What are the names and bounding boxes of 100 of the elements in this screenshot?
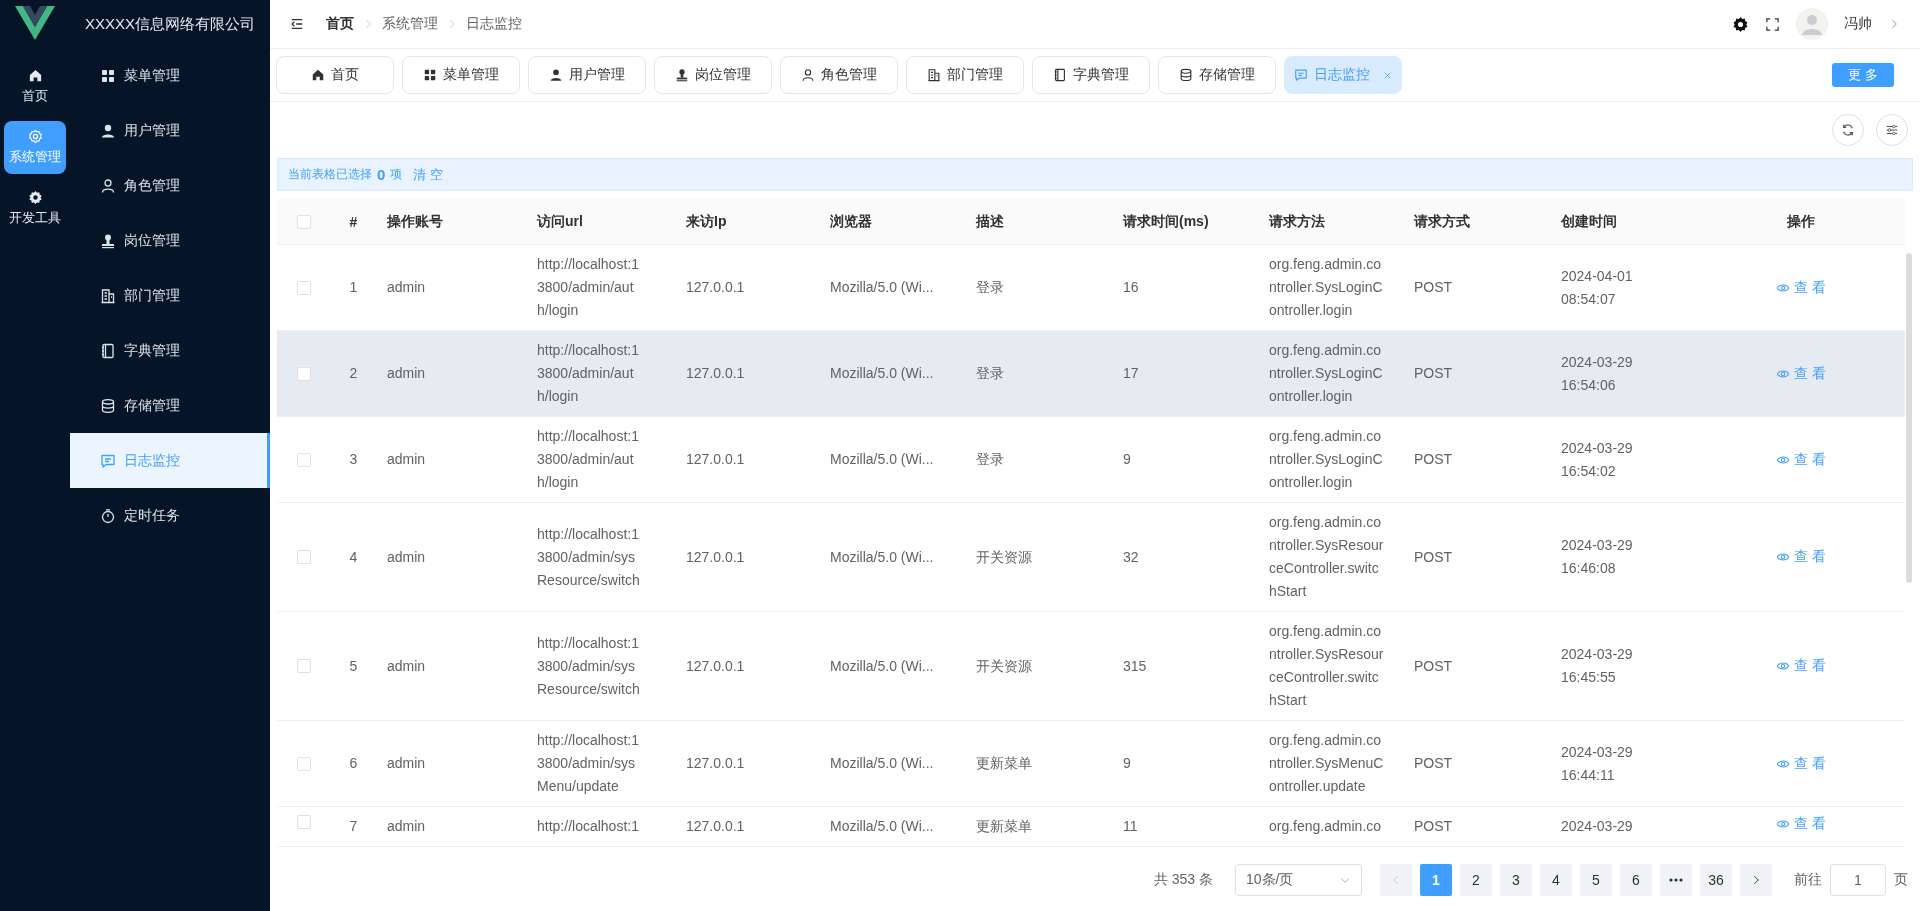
- table-cell: 更新菜单: [976, 818, 1032, 834]
- row-checkbox[interactable]: [296, 550, 311, 564]
- page-button[interactable]: 4: [1540, 864, 1572, 896]
- row-checkbox[interactable]: [296, 756, 311, 771]
- menu-item[interactable]: 字典管理: [70, 323, 270, 378]
- table-cell-text: org.feng.admin.co: [1269, 817, 1383, 836]
- menu-item[interactable]: 用户管理: [70, 103, 270, 158]
- page-button[interactable]: 3: [1500, 864, 1532, 896]
- table-cell: admin: [387, 365, 426, 381]
- table-cell-text: http://localhost:13800/admin/auth/login: [537, 427, 640, 492]
- column-header: 请求方法: [1269, 212, 1325, 229]
- column-settings-button[interactable]: [1876, 114, 1908, 146]
- refresh-icon: [1841, 123, 1855, 137]
- table-row[interactable]: 2 admin http://localhost:13800/admin/auth/login 127.0.0.1 Mozilla/5.0 (Wi... 登录 17 org.feng.admin.controller.SysLoginController.login POST 2024-03-29 16:54:06 查 看: [277, 331, 1905, 417]
- table-cell: POST: [1414, 818, 1453, 834]
- table-cell: 开关资源: [976, 548, 1032, 565]
- column-header: 浏览器: [830, 212, 872, 229]
- table-cell: 更新菜单: [976, 755, 1032, 771]
- tab[interactable]: 部门管理: [906, 56, 1024, 94]
- page-button[interactable]: 36: [1700, 864, 1732, 896]
- table-cell: admin: [387, 818, 426, 834]
- column-header: 操作账号: [387, 212, 443, 229]
- settings-icon: [27, 129, 43, 144]
- table-cell: 2024-03-29 16:44:11: [1561, 743, 1633, 783]
- table-cell: Mozilla/5.0 (Wi...: [830, 451, 934, 467]
- table-cell: 2024-03-29 16:54:02: [1561, 439, 1633, 479]
- page-button[interactable]: 6: [1620, 864, 1652, 896]
- menu-item[interactable]: 岗位管理: [70, 213, 270, 268]
- column-header: #: [349, 213, 358, 230]
- more-pages-button[interactable]: [1660, 864, 1692, 896]
- select-all-checkbox[interactable]: [296, 214, 311, 229]
- table-cell: admin: [387, 657, 426, 674]
- menu-item[interactable]: 角色管理: [70, 158, 270, 213]
- stamp-icon: [675, 68, 689, 82]
- tab[interactable]: 首页: [276, 56, 394, 94]
- table-cell: admin: [387, 755, 426, 771]
- fullscreen-icon: [1765, 16, 1780, 32]
- tab[interactable]: 用户管理: [528, 56, 646, 94]
- table-cell: 127.0.0.1: [686, 818, 745, 834]
- refresh-button[interactable]: [1832, 114, 1864, 146]
- row-checkbox[interactable]: [296, 280, 311, 295]
- building-icon: [927, 68, 941, 82]
- goto-label: 前往: [1794, 871, 1822, 889]
- message-icon: [100, 452, 116, 469]
- row-checkbox[interactable]: [296, 452, 311, 467]
- table-cell: POST: [1414, 451, 1453, 467]
- prev-page-button[interactable]: [1380, 864, 1412, 896]
- table-cell-text: 5: [349, 656, 358, 676]
- table-cell: 登录: [976, 451, 1004, 467]
- home-icon: [27, 68, 43, 83]
- row-checkbox[interactable]: [296, 659, 311, 673]
- table-cell-text: org.feng.admin.controller.SysLoginController.login: [1269, 341, 1384, 406]
- scrollbar[interactable]: [1906, 253, 1912, 583]
- table-cell: 登录: [976, 365, 1004, 381]
- page-size-select[interactable]: 10条/页: [1235, 864, 1362, 896]
- eye-icon: [1776, 817, 1791, 831]
- page-button[interactable]: 2: [1460, 864, 1492, 896]
- table-cell-text: http://localhost:13800/admin/auth/login: [537, 341, 640, 406]
- sliders-icon: [1885, 123, 1899, 137]
- logo-icon: [15, 6, 55, 40]
- rail-item[interactable]: 首页: [4, 60, 66, 113]
- breadcrumb-item[interactable]: 系统管理: [382, 15, 438, 33]
- table-cell: 127.0.0.1: [686, 365, 745, 381]
- menu-item[interactable]: 定时任务: [70, 488, 270, 543]
- tab[interactable]: 角色管理: [780, 56, 898, 94]
- column-header: 操作: [1787, 212, 1815, 231]
- breadcrumb-item[interactable]: 首页: [326, 15, 354, 33]
- page-input[interactable]: 1: [1830, 864, 1886, 896]
- tab[interactable]: 存储管理: [1158, 56, 1276, 94]
- total-count: 共 353 条: [1153, 871, 1213, 889]
- user-icon: [801, 68, 815, 82]
- column-header: 请求时间(ms): [1123, 212, 1209, 229]
- rail-item[interactable]: 开发工具: [4, 182, 66, 235]
- grid-icon: [100, 67, 116, 84]
- table-cell-text: http://localhost:1: [537, 817, 640, 836]
- table-cell: admin: [387, 279, 426, 295]
- menu-item[interactable]: 存储管理: [70, 378, 270, 433]
- tab[interactable]: 菜单管理: [402, 56, 520, 94]
- user-name[interactable]: 冯帅: [1844, 15, 1872, 33]
- tab[interactable]: 岗位管理: [654, 56, 772, 94]
- menu-item[interactable]: 菜单管理: [70, 48, 270, 103]
- row-checkbox[interactable]: [296, 815, 311, 829]
- company-name: XXXXX信息网络有限公司: [85, 14, 256, 34]
- selection-text: 当前表格已选择: [288, 166, 372, 183]
- column-header: 请求方式: [1414, 212, 1470, 229]
- grid-icon: [423, 68, 437, 82]
- table-cell: 16: [1123, 279, 1139, 295]
- page-button[interactable]: 5: [1580, 864, 1612, 896]
- next-page-button[interactable]: [1740, 864, 1772, 896]
- menu-item[interactable]: 部门管理: [70, 268, 270, 323]
- table-cell: Mozilla/5.0 (Wi...: [830, 755, 934, 771]
- row-checkbox[interactable]: [296, 366, 311, 381]
- table-cell: 127.0.0.1: [686, 755, 745, 771]
- book-icon: [1053, 68, 1067, 82]
- table-cell: 9: [1123, 755, 1131, 771]
- selection-unit: 项: [390, 166, 403, 183]
- table-cell: 登录: [976, 279, 1004, 295]
- tab[interactable]: 字典管理: [1032, 56, 1150, 94]
- avatar[interactable]: [1796, 8, 1828, 40]
- table-cell: 32: [1123, 548, 1139, 565]
